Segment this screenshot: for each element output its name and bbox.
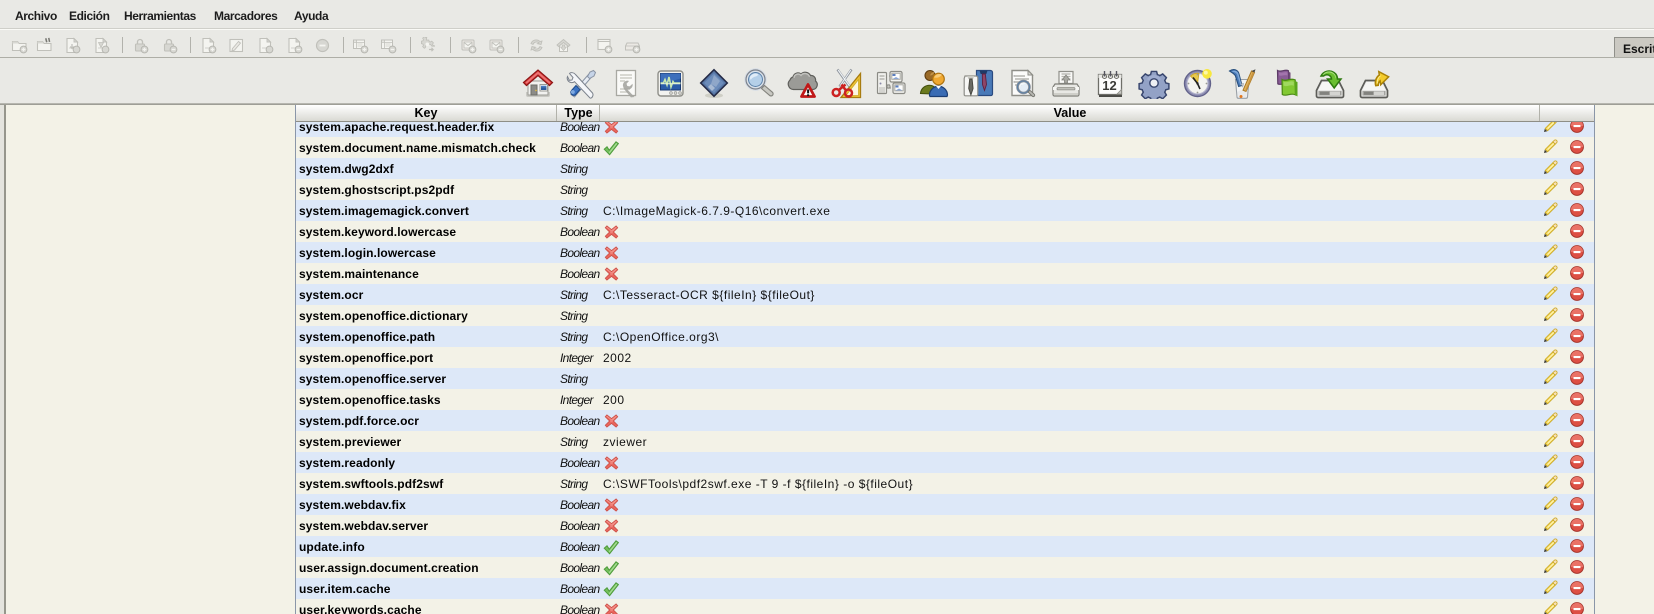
svg-text:12: 12 — [1102, 78, 1116, 93]
